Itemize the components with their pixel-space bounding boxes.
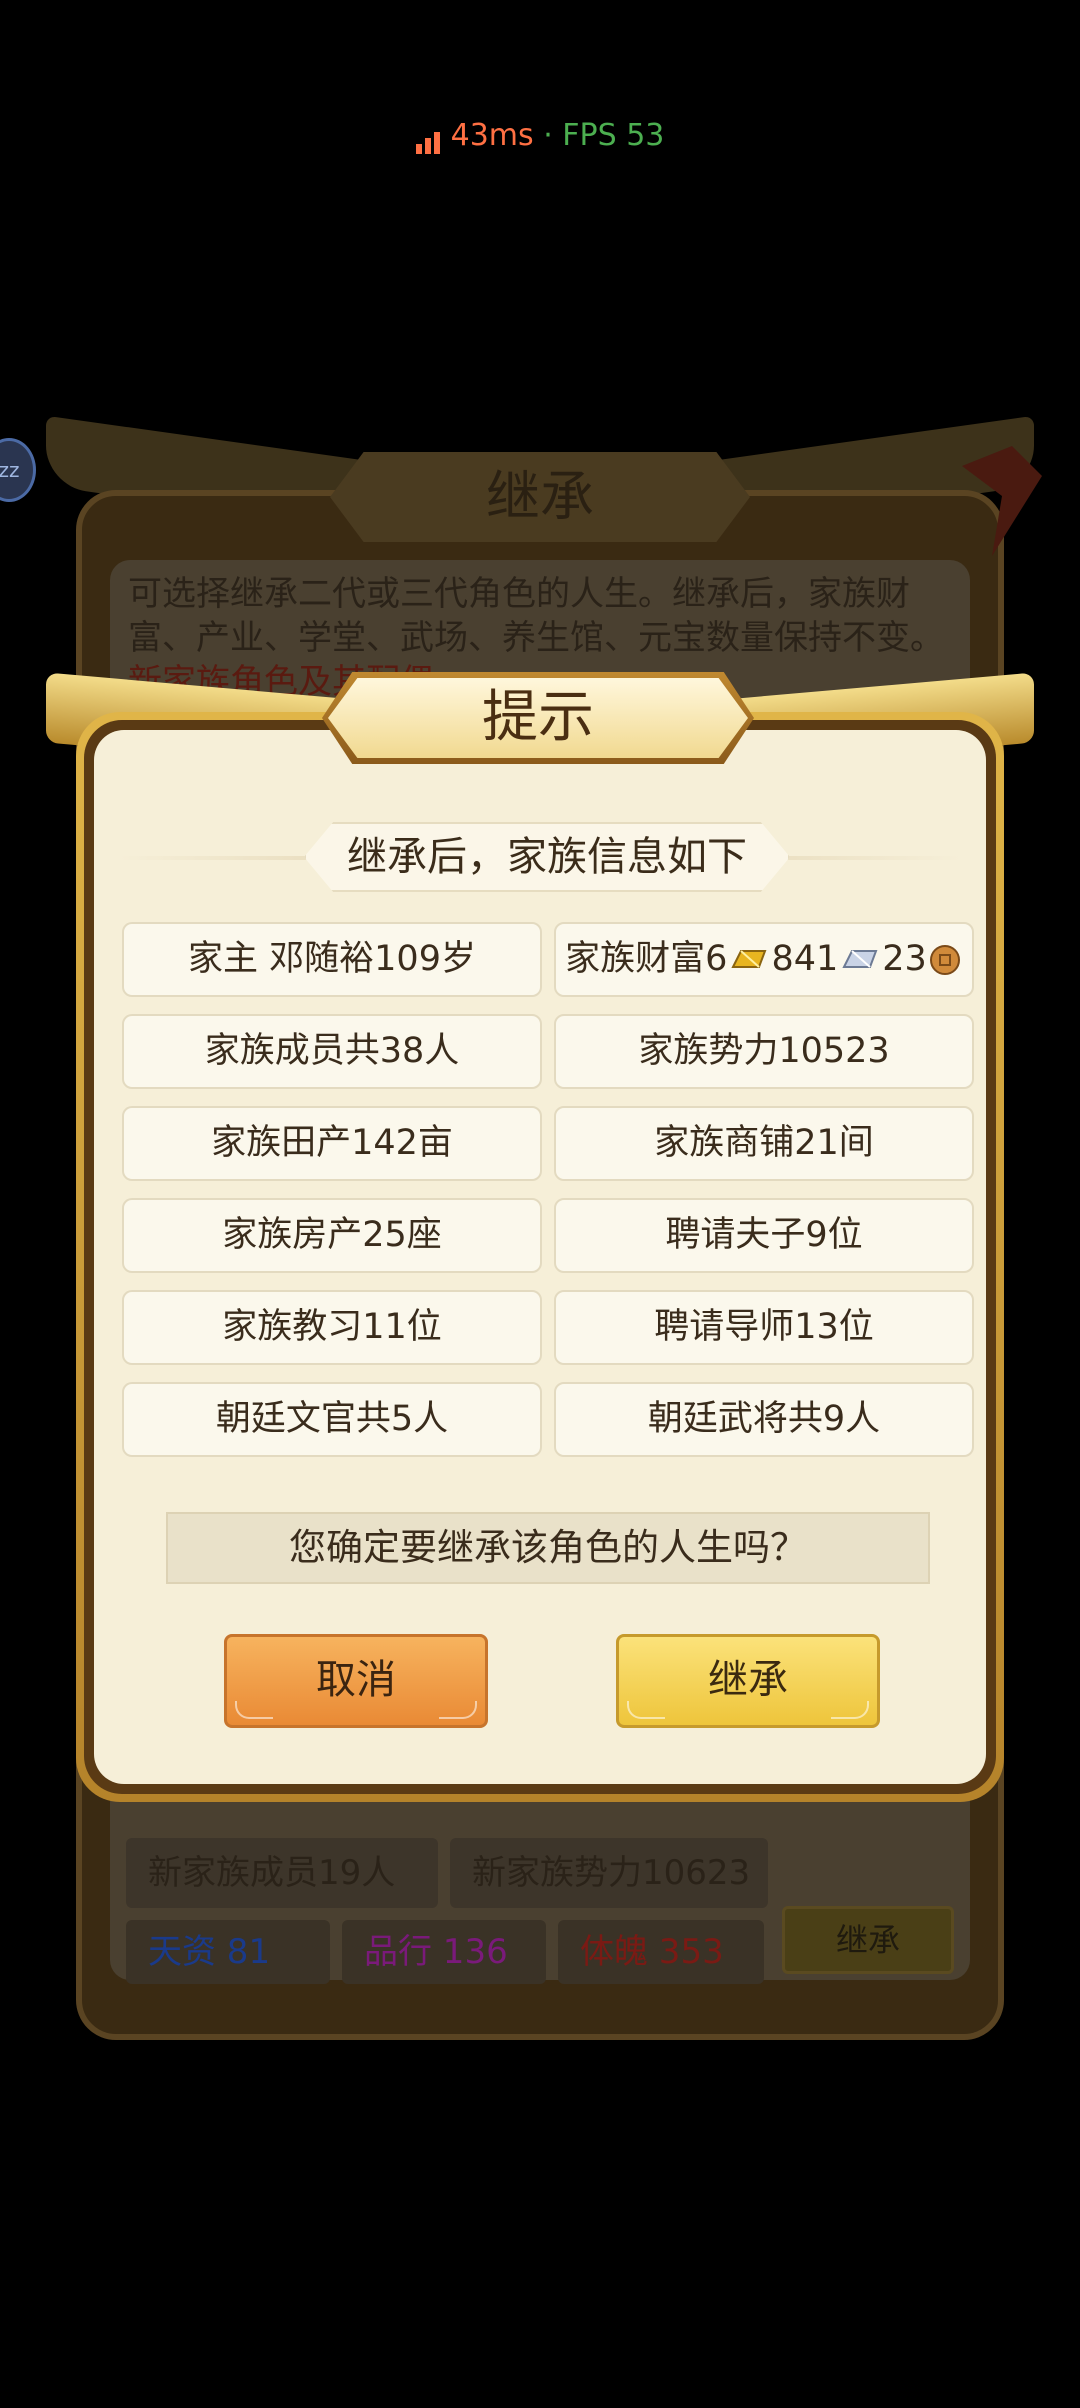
silver-ingot-icon (842, 950, 878, 968)
info-mentors: 聘请导师13位 (554, 1290, 974, 1365)
cancel-button-label: 取消 (316, 1657, 396, 1703)
info-houses: 家族房产25座 (122, 1198, 542, 1273)
dialog-subtitle-bar: 继承后，家族信息如下 (94, 822, 986, 892)
network-status: 43ms · FPS 53 (0, 118, 1080, 154)
info-tutors: 聘请夫子9位 (554, 1198, 974, 1273)
fps-value: FPS 53 (562, 118, 665, 153)
background-inherit-button: 继承 (782, 1906, 954, 1974)
ping-value: 43ms (450, 118, 534, 153)
status-separator: · (543, 118, 553, 153)
button-ornament-icon (831, 1701, 869, 1719)
wealth-copper-value: 23 (882, 939, 927, 979)
background-power: 新家族势力10623 (450, 1838, 768, 1908)
info-head: 家主 邓随裕109岁 (122, 922, 542, 997)
background-talent: 天资 81 (126, 1920, 330, 1984)
inherit-button[interactable]: 继承 (616, 1634, 880, 1728)
info-farmland: 家族田产142亩 (122, 1106, 542, 1181)
family-info-grid: 家主 邓随裕109岁 家族财富6 841 23 家族成员共38人 家族势力10523… (122, 922, 974, 1457)
gold-ingot-icon (731, 950, 767, 968)
button-ornament-icon (627, 1701, 665, 1719)
sleep-avatar-icon[interactable]: zz (0, 438, 36, 502)
cancel-button[interactable]: 取消 (224, 1634, 488, 1728)
info-instructors: 家族教习11位 (122, 1290, 542, 1365)
button-ornament-icon (439, 1701, 477, 1719)
wealth-gold-value: 家族财富6 (565, 939, 728, 979)
wealth-silver-value: 841 (771, 939, 839, 979)
dialog-title: 提示 (328, 678, 748, 758)
info-civil-officials: 朝廷文官共5人 (122, 1382, 542, 1457)
dialog-frame: 继承后，家族信息如下 家主 邓随裕109岁 家族财富6 841 23 家族成员共38… (84, 720, 996, 1794)
flag-icon (962, 446, 1042, 556)
info-shops: 家族商铺21间 (554, 1106, 974, 1181)
background-description-text: 可选择继承二代或三代角色的人生。继承后，家族财富、产业、学堂、武场、养生馆、元宝… (128, 574, 944, 658)
background-conduct: 品行 136 (342, 1920, 546, 1984)
confirm-question: 您确定要继承该角色的人生吗？ (166, 1512, 930, 1584)
background-members: 新家族成员19人 (126, 1838, 438, 1908)
button-ornament-icon (235, 1701, 273, 1719)
info-power: 家族势力10523 (554, 1014, 974, 1089)
signal-icon (415, 119, 443, 154)
background-title-plate: 继承 (330, 452, 750, 542)
info-wealth: 家族财富6 841 23 (554, 922, 974, 997)
inherit-button-label: 继承 (708, 1657, 788, 1703)
dialog-body: 继承后，家族信息如下 家主 邓随裕109岁 家族财富6 841 23 家族成员共38… (94, 730, 986, 1784)
background-title: 继承 (486, 465, 594, 528)
dialog-subtitle: 继承后，家族信息如下 (304, 822, 790, 892)
copper-coin-icon (929, 945, 960, 975)
background-physique: 体魄 353 (558, 1920, 764, 1984)
dialog: 继承后，家族信息如下 家主 邓随裕109岁 家族财富6 841 23 家族成员共38… (76, 712, 1004, 1802)
dialog-title-plate: 提示 (322, 672, 754, 764)
info-generals: 朝廷武将共9人 (554, 1382, 974, 1457)
info-members: 家族成员共38人 (122, 1014, 542, 1089)
